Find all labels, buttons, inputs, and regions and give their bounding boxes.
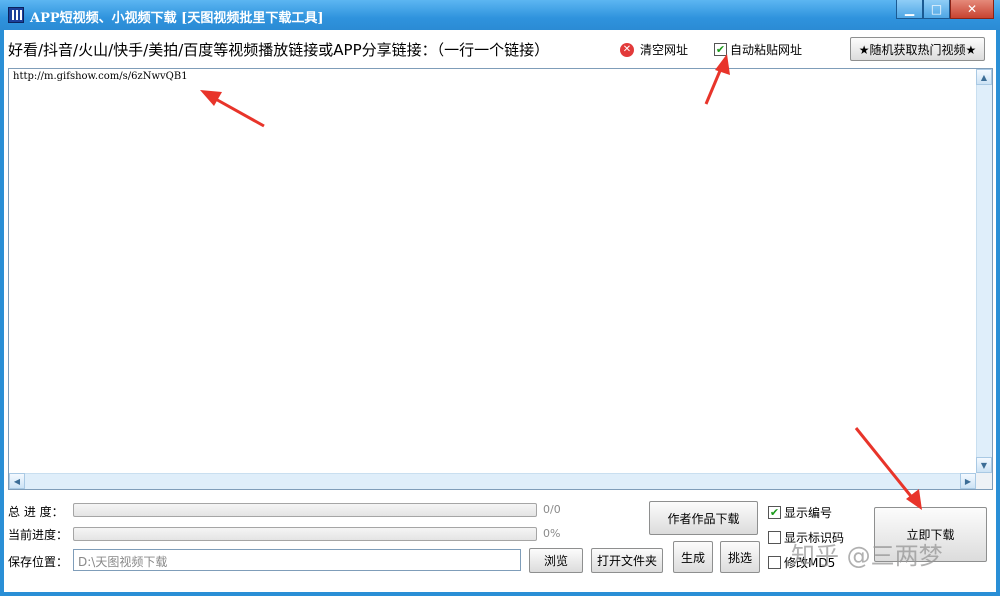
links-instruction-label: 好看/抖音/火山/快手/美拍/百度等视频播放链接或APP分享链接：（一行一个链接…: [8, 41, 550, 59]
save-path-input[interactable]: D:\天图视频下载: [73, 549, 521, 571]
title-bar: APP短视频、小视频下载 [天图视频批里下载工具] ▁ □ ✕: [0, 0, 1000, 30]
random-hot-video-button[interactable]: ★随机获取热门视频★: [850, 37, 985, 61]
scroll-left-icon[interactable]: ◀: [9, 473, 25, 489]
open-folder-button[interactable]: 打开文件夹: [591, 548, 663, 573]
scrollbar-corner: [976, 473, 992, 489]
total-progress-label: 总 进 度：: [8, 505, 64, 519]
current-progress-bar: [73, 527, 537, 541]
close-icon: ✕: [966, 2, 978, 16]
url-list-text[interactable]: http://m.gifshow.com/s/6zNwvQB1: [13, 71, 188, 82]
total-progress-bar: [73, 503, 537, 517]
clear-urls-label: 清空网址: [640, 43, 689, 57]
auto-paste-check-icon[interactable]: ✔: [714, 43, 727, 56]
show-number-checkbox[interactable]: ✔ 显示编号: [768, 504, 832, 521]
clear-urls-button[interactable]: ✕ 清空网址: [620, 41, 688, 58]
save-location-label: 保存位置：: [8, 555, 69, 569]
window-controls: ▁ □ ✕: [896, 0, 994, 20]
app-logo-icon: [8, 7, 24, 23]
show-number-check-icon[interactable]: ✔: [768, 506, 781, 519]
show-mark-check-icon[interactable]: [768, 531, 781, 544]
scroll-down-icon[interactable]: ▼: [976, 457, 992, 473]
show-number-label: 显示编号: [784, 506, 833, 520]
vertical-scrollbar[interactable]: ▲ ▼: [976, 69, 992, 473]
modify-md5-check-icon[interactable]: [768, 556, 781, 569]
window-title: APP短视频、小视频下载 [天图视频批里下载工具]: [30, 11, 324, 26]
current-progress-value: 0%: [543, 527, 561, 540]
maximize-icon: □: [930, 2, 943, 16]
app-window: APP短视频、小视频下载 [天图视频批里下载工具] ▁ □ ✕ 好看/抖音/火山…: [0, 0, 1000, 596]
watermark-text: 知乎 @三两梦: [791, 542, 943, 570]
clear-icon: ✕: [620, 42, 634, 57]
minimize-icon: ▁: [904, 2, 915, 16]
scroll-up-icon[interactable]: ▲: [976, 69, 992, 85]
url-list-textarea[interactable]: http://m.gifshow.com/s/6zNwvQB1 ▲ ▼ ◀ ▶: [8, 68, 993, 490]
current-progress-label: 当前进度：: [8, 528, 69, 542]
browse-button[interactable]: 浏览: [529, 548, 583, 573]
author-works-download-button[interactable]: 作者作品下载: [649, 501, 758, 535]
maximize-button[interactable]: □: [923, 0, 950, 19]
close-button[interactable]: ✕: [950, 0, 994, 19]
total-progress-value: 0/0: [543, 503, 561, 516]
generate-button[interactable]: 生成: [673, 541, 713, 573]
minimize-button[interactable]: ▁: [896, 0, 923, 19]
scroll-right-icon[interactable]: ▶: [960, 473, 976, 489]
auto-paste-label: 自动粘贴网址: [730, 43, 803, 57]
pick-button[interactable]: 挑选: [720, 541, 760, 573]
client-area: 好看/抖音/火山/快手/美拍/百度等视频播放链接或APP分享链接：（一行一个链接…: [4, 30, 996, 592]
auto-paste-checkbox[interactable]: ✔ 自动粘贴网址: [714, 41, 802, 58]
horizontal-scrollbar[interactable]: ◀ ▶: [9, 473, 976, 489]
